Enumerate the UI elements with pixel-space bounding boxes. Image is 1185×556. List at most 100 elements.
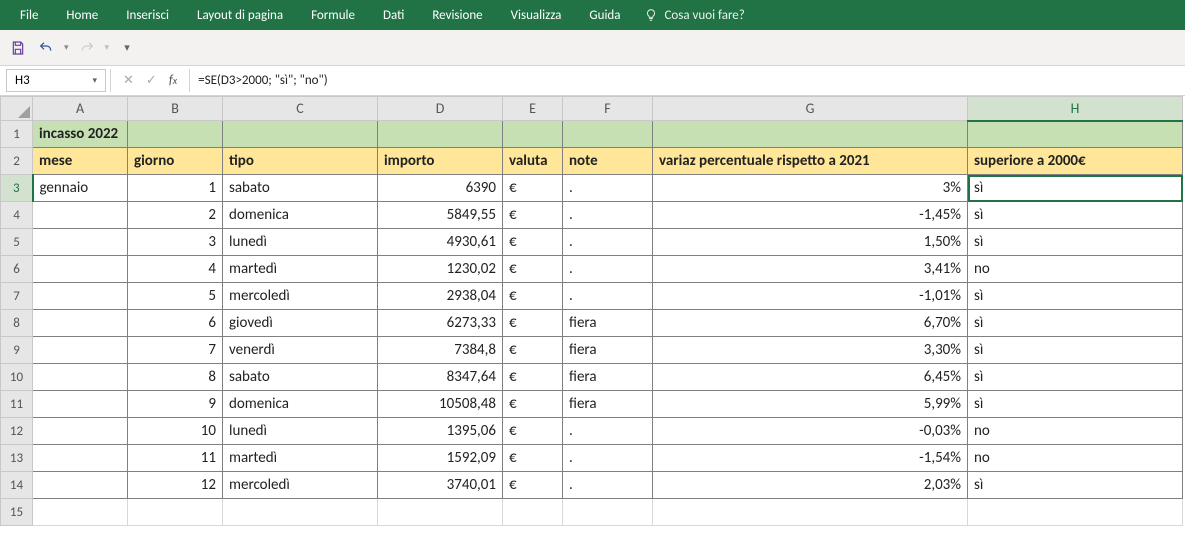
- row-header[interactable]: 15: [1, 499, 33, 526]
- row-header[interactable]: 2: [1, 148, 33, 175]
- cell[interactable]: 1: [128, 175, 223, 202]
- name-box-dropdown-icon[interactable]: ▾: [92, 75, 97, 86]
- cell[interactable]: no: [968, 445, 1183, 472]
- cell[interactable]: 6390: [378, 175, 503, 202]
- cell[interactable]: giorno: [128, 148, 223, 175]
- row-header[interactable]: 7: [1, 283, 33, 310]
- cell[interactable]: note: [563, 148, 653, 175]
- cell[interactable]: [563, 499, 653, 526]
- cell[interactable]: [33, 499, 128, 526]
- cell[interactable]: [33, 202, 128, 229]
- row-header[interactable]: 12: [1, 418, 33, 445]
- cell[interactable]: [378, 121, 503, 148]
- cell[interactable]: martedì: [223, 445, 378, 472]
- cell[interactable]: 7: [128, 337, 223, 364]
- cell[interactable]: 3: [128, 229, 223, 256]
- cell[interactable]: [33, 418, 128, 445]
- ribbon-tab-visualizza[interactable]: Visualizza: [497, 2, 576, 29]
- cell[interactable]: [33, 472, 128, 499]
- undo-dropdown[interactable]: ▾: [64, 42, 69, 53]
- cell[interactable]: .: [563, 202, 653, 229]
- cell[interactable]: €: [503, 175, 563, 202]
- cell[interactable]: [968, 121, 1183, 148]
- cell[interactable]: 3,30%: [653, 337, 968, 364]
- cell[interactable]: sì: [968, 283, 1183, 310]
- fx-icon[interactable]: fx: [169, 73, 177, 88]
- cell[interactable]: incasso 2022: [33, 121, 128, 148]
- cell[interactable]: €: [503, 202, 563, 229]
- cell[interactable]: 1,50%: [653, 229, 968, 256]
- cell[interactable]: 3740,01: [378, 472, 503, 499]
- cell[interactable]: 5,99%: [653, 391, 968, 418]
- enter-icon[interactable]: ✓: [146, 73, 157, 88]
- cell[interactable]: .: [563, 283, 653, 310]
- cell[interactable]: €: [503, 256, 563, 283]
- cell[interactable]: 5849,55: [378, 202, 503, 229]
- cell[interactable]: .: [563, 445, 653, 472]
- cell[interactable]: 5: [128, 283, 223, 310]
- save-button[interactable]: [8, 38, 28, 58]
- cell[interactable]: [33, 229, 128, 256]
- cell[interactable]: 6,70%: [653, 310, 968, 337]
- cell[interactable]: 6: [128, 310, 223, 337]
- cell[interactable]: 12: [128, 472, 223, 499]
- cell[interactable]: lunedì: [223, 229, 378, 256]
- tell-me-search[interactable]: Cosa vuoi fare?: [634, 2, 754, 29]
- ribbon-tab-home[interactable]: Home: [52, 2, 112, 29]
- cell[interactable]: domenica: [223, 391, 378, 418]
- col-header-H[interactable]: H: [968, 97, 1183, 121]
- cell[interactable]: [653, 499, 968, 526]
- cell[interactable]: €: [503, 445, 563, 472]
- cell[interactable]: [503, 499, 563, 526]
- cell[interactable]: €: [503, 391, 563, 418]
- cell[interactable]: sì: [968, 310, 1183, 337]
- row-header[interactable]: 4: [1, 202, 33, 229]
- cell[interactable]: [33, 391, 128, 418]
- cell[interactable]: [128, 121, 223, 148]
- col-header-C[interactable]: C: [223, 97, 378, 121]
- cell[interactable]: sì: [968, 391, 1183, 418]
- cell[interactable]: [33, 364, 128, 391]
- cell[interactable]: mercoledì: [223, 283, 378, 310]
- cell[interactable]: superiore a 2000€: [968, 148, 1183, 175]
- cell[interactable]: no: [968, 256, 1183, 283]
- cell[interactable]: €: [503, 337, 563, 364]
- cell[interactable]: tipo: [223, 148, 378, 175]
- cell[interactable]: 9: [128, 391, 223, 418]
- cell[interactable]: [33, 283, 128, 310]
- name-box[interactable]: H3 ▾: [6, 69, 106, 92]
- cell[interactable]: 2938,04: [378, 283, 503, 310]
- undo-button[interactable]: [36, 38, 56, 58]
- cell[interactable]: -0,03%: [653, 418, 968, 445]
- cell[interactable]: mese: [33, 148, 128, 175]
- ribbon-tab-formule[interactable]: Formule: [297, 2, 369, 29]
- cell[interactable]: [33, 256, 128, 283]
- cell[interactable]: 4: [128, 256, 223, 283]
- ribbon-tab-inserisci[interactable]: Inserisci: [112, 2, 183, 29]
- cell[interactable]: 2,03%: [653, 472, 968, 499]
- qat-customize[interactable]: ▾: [117, 38, 137, 58]
- cell[interactable]: €: [503, 310, 563, 337]
- row-header[interactable]: 5: [1, 229, 33, 256]
- cell[interactable]: 11: [128, 445, 223, 472]
- row-header[interactable]: 9: [1, 337, 33, 364]
- cell[interactable]: 1395,06: [378, 418, 503, 445]
- cell[interactable]: importo: [378, 148, 503, 175]
- cell[interactable]: sì: [968, 175, 1183, 202]
- col-header-D[interactable]: D: [378, 97, 503, 121]
- row-header[interactable]: 3: [1, 175, 33, 202]
- cell[interactable]: €: [503, 364, 563, 391]
- cell[interactable]: .: [563, 472, 653, 499]
- row-header[interactable]: 10: [1, 364, 33, 391]
- cell[interactable]: lunedì: [223, 418, 378, 445]
- select-all-corner[interactable]: [1, 97, 33, 121]
- cell[interactable]: -1,01%: [653, 283, 968, 310]
- cell[interactable]: [33, 310, 128, 337]
- cell[interactable]: 10508,48: [378, 391, 503, 418]
- cell[interactable]: .: [563, 418, 653, 445]
- cell[interactable]: sì: [968, 202, 1183, 229]
- row-header[interactable]: 11: [1, 391, 33, 418]
- cell[interactable]: 4930,61: [378, 229, 503, 256]
- cell[interactable]: [503, 121, 563, 148]
- cell[interactable]: gennaio: [33, 175, 128, 202]
